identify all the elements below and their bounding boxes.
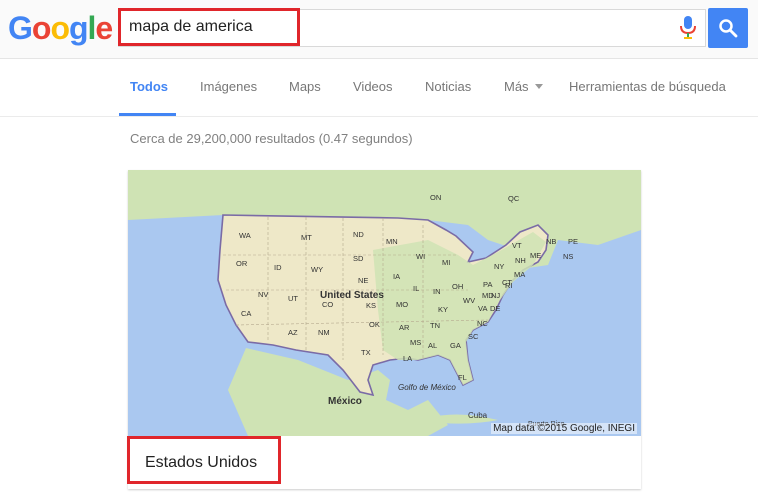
map-state-label: MN [386, 237, 398, 246]
card-title[interactable]: Estados Unidos [145, 454, 257, 472]
map-knowledge-card: WA MT ND MN OR ID SD WI MI WY NE IA NV U… [128, 170, 641, 489]
map-state-label: WA [239, 231, 251, 240]
map-place-label: Cuba [468, 411, 488, 420]
tab-maps[interactable]: Maps [289, 79, 321, 94]
map-state-label: CO [322, 300, 333, 309]
map-image[interactable]: WA MT ND MN OR ID SD WI MI WY NE IA NV U… [128, 170, 641, 436]
map-state-label: NY [494, 262, 504, 271]
logo-letter: G [8, 10, 33, 46]
search-box[interactable] [118, 9, 706, 47]
map-state-label: MT [301, 233, 312, 242]
map-state-label: NC [477, 319, 488, 328]
search-input[interactable] [129, 16, 629, 38]
map-state-label: OR [236, 259, 248, 268]
map-state-label: CA [241, 309, 251, 318]
map-state-label: IL [413, 284, 419, 293]
map-state-label: NB [546, 237, 556, 246]
map-state-label: NM [318, 328, 330, 337]
map-state-label: OH [452, 282, 463, 291]
logo-letter: o [50, 10, 70, 46]
map-state-label: UT [288, 294, 298, 303]
map-state-label: NH [515, 256, 526, 265]
map-state-label: ND [353, 230, 364, 239]
map-credit: Map data ©2015 Google, INEGI [491, 423, 637, 434]
map-state-label: WV [463, 296, 475, 305]
map-state-label: DE [490, 304, 500, 313]
card-title-row[interactable]: Estados Unidos [128, 436, 641, 489]
map-country-label: United States [320, 290, 384, 301]
logo-letter: l [87, 10, 97, 46]
map-state-label: IN [433, 287, 441, 296]
map-state-label: PE [568, 237, 578, 246]
map-state-label: QC [508, 194, 520, 203]
map-state-label: OK [369, 320, 380, 329]
map-state-label: GA [450, 341, 461, 350]
header: Google [0, 0, 758, 59]
logo-letter: o [31, 10, 52, 46]
map-state-label: MA [514, 270, 525, 279]
map-place-label: Golfo de México [398, 383, 456, 392]
caret-down-icon [534, 84, 543, 90]
map-state-label: AZ [288, 328, 298, 337]
map-state-label: ID [274, 263, 282, 272]
logo-letter: g [68, 10, 89, 46]
tab-mas[interactable]: Más [504, 79, 543, 94]
map-state-label: FL [458, 373, 467, 382]
map-state-label: WY [311, 265, 323, 274]
map-state-label: MO [396, 300, 408, 309]
map-state-label: ME [530, 251, 541, 260]
tab-noticias[interactable]: Noticias [425, 79, 471, 94]
map-state-label: ON [430, 193, 441, 202]
logo-letter: e [95, 10, 113, 46]
map-state-label: SC [468, 332, 479, 341]
tab-imagenes[interactable]: Imágenes [200, 79, 257, 94]
map-state-label: NE [358, 276, 368, 285]
map-labels: WA MT ND MN OR ID SD WI MI WY NE IA NV U… [236, 193, 578, 428]
map-state-label: NV [258, 290, 268, 299]
tab-mas-label: Más [504, 79, 529, 94]
map-state-label: MS [410, 338, 421, 347]
map-state-label: MD [482, 291, 494, 300]
map-state-label: TX [361, 348, 371, 357]
map-state-label: KS [366, 301, 376, 310]
map-place-label: México [328, 396, 362, 407]
tab-todos[interactable]: Todos [130, 79, 168, 94]
active-tab-indicator [119, 113, 176, 116]
map-state-label: IA [393, 272, 400, 281]
google-logo[interactable]: Google [8, 10, 113, 46]
tab-search-tools[interactable]: Herramientas de búsqueda [569, 79, 726, 94]
map-state-label: VA [478, 304, 487, 313]
map-state-label: PA [483, 280, 492, 289]
results-stats: Cerca de 29,200,000 resultados (0.47 seg… [130, 131, 413, 146]
map-state-label: MI [442, 258, 450, 267]
map-state-label: KY [438, 305, 448, 314]
map-state-label: WI [416, 252, 425, 261]
map-state-label: SD [353, 254, 364, 263]
map-state-label: RI [505, 281, 513, 290]
map-state-label: NS [563, 252, 573, 261]
search-button[interactable] [708, 8, 748, 48]
map-state-label: AR [399, 323, 410, 332]
tab-videos[interactable]: Videos [353, 79, 393, 94]
map-state-label: AL [428, 341, 437, 350]
search-icon [719, 19, 738, 38]
search-tabs: Todos Imágenes Maps Videos Noticias Más … [0, 58, 758, 117]
map-state-label: VT [512, 241, 522, 250]
microphone-icon[interactable] [679, 15, 697, 41]
map-state-label: TN [430, 321, 440, 330]
map-state-label: LA [403, 354, 412, 363]
